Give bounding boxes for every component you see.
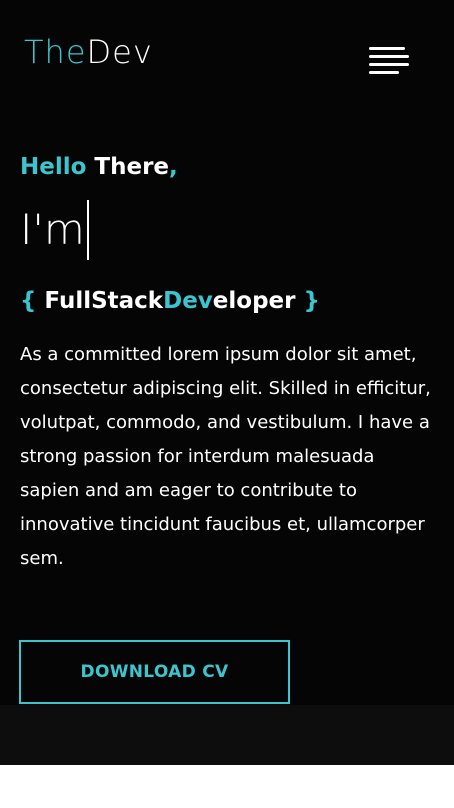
role-eloper: eloper [212, 288, 296, 314]
typed-intro: I'm [20, 200, 89, 260]
greeting-comma: , [169, 154, 178, 180]
role-dev: Dev [163, 288, 213, 314]
logo-text-the: The [24, 33, 87, 71]
hamburger-menu-icon [369, 71, 399, 74]
typing-caret [86, 200, 89, 260]
greeting-hello: Hello [20, 154, 87, 180]
role-title: { FullStackDeveloper } [20, 282, 320, 320]
logo-text-dev: Dev [86, 33, 153, 71]
hamburger-menu-button[interactable] [369, 47, 411, 77]
role-fullstack: FullStack [44, 288, 164, 314]
site-header: TheDev [0, 0, 454, 110]
greeting-there: There [86, 154, 170, 180]
role-open-brace: { [20, 288, 37, 314]
typed-text: I'm [20, 205, 85, 254]
greeting-heading: Hello There, [20, 150, 178, 184]
role-close-brace: } [303, 288, 320, 314]
hamburger-menu-icon [369, 63, 409, 66]
hamburger-menu-icon [369, 55, 409, 58]
hero-bottom-band [0, 705, 454, 765]
site-logo[interactable]: TheDev [24, 32, 153, 72]
hamburger-menu-icon [369, 47, 405, 50]
hero-description: As a committed lorem ipsum dolor sit ame… [20, 344, 431, 569]
download-cv-button[interactable]: DOWNLOAD CV [19, 640, 290, 704]
